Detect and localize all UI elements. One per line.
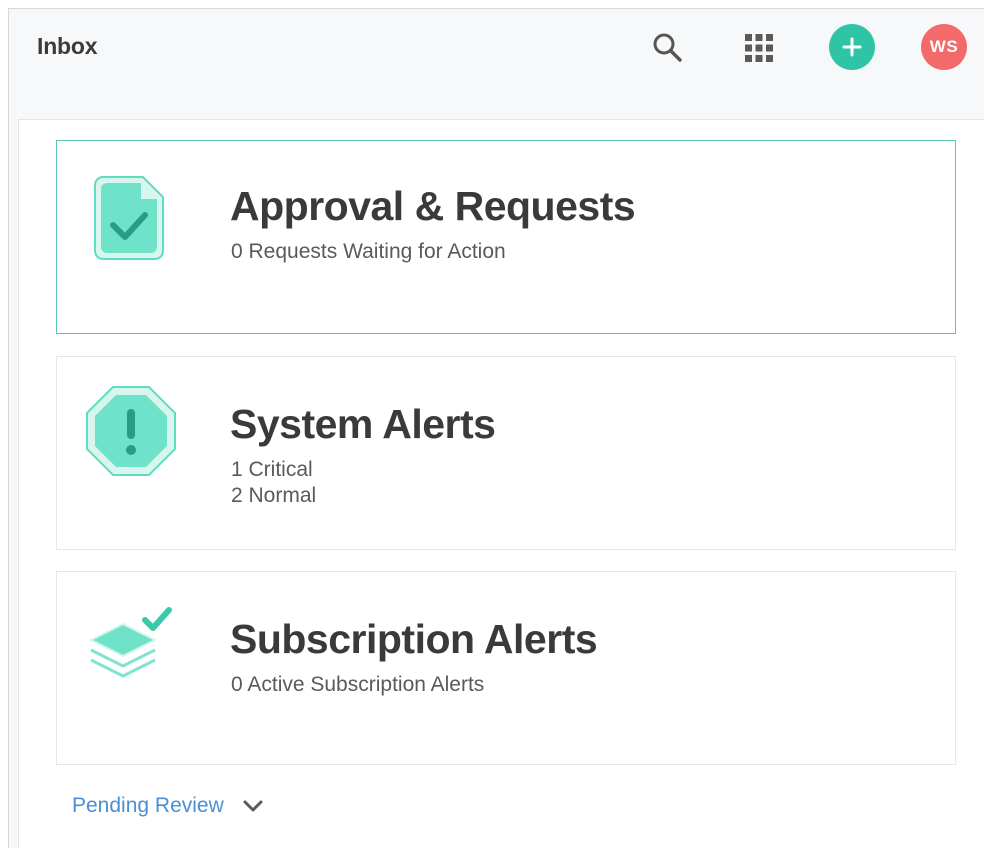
app-frame: Inbox WS Approval & Requests 0 Requests … [8, 8, 984, 848]
system-alerts-card[interactable]: System Alerts 1 Critical 2 Normal [56, 356, 956, 550]
add-circle [829, 24, 875, 70]
chevron-down-icon [243, 800, 263, 812]
page-title: Inbox [37, 33, 98, 59]
inbox-panel: Approval & Requests 0 Requests Waiting f… [18, 119, 984, 848]
search-icon [653, 33, 682, 62]
avatar-button[interactable]: WS [919, 22, 969, 72]
subscription-alerts-card[interactable]: Subscription Alerts 0 Active Subscriptio… [56, 571, 956, 765]
layers-check-icon [88, 607, 172, 678]
card-title: System Alerts [230, 401, 496, 447]
add-button[interactable] [827, 22, 877, 72]
card-subtitle: 0 Requests Waiting for Action [231, 240, 506, 263]
plus-icon [842, 37, 862, 57]
header-bar: Inbox WS [9, 9, 984, 119]
pending-review-toggle[interactable]: Pending Review [72, 794, 264, 818]
card-subtitle: 0 Active Subscription Alerts [231, 673, 485, 696]
alert-octagon-icon [86, 386, 176, 476]
card-title: Subscription Alerts [230, 616, 598, 662]
document-check-icon [94, 176, 164, 260]
pending-review-label: Pending Review [72, 794, 224, 817]
apps-button[interactable] [735, 24, 783, 72]
card-line-critical: 1 Critical [231, 458, 313, 481]
avatar: WS [921, 24, 967, 70]
approval-requests-card[interactable]: Approval & Requests 0 Requests Waiting f… [56, 140, 956, 334]
card-title: Approval & Requests [230, 183, 636, 229]
grid-icon [745, 34, 773, 62]
search-button[interactable] [644, 24, 692, 72]
card-line-normal: 2 Normal [231, 484, 317, 507]
